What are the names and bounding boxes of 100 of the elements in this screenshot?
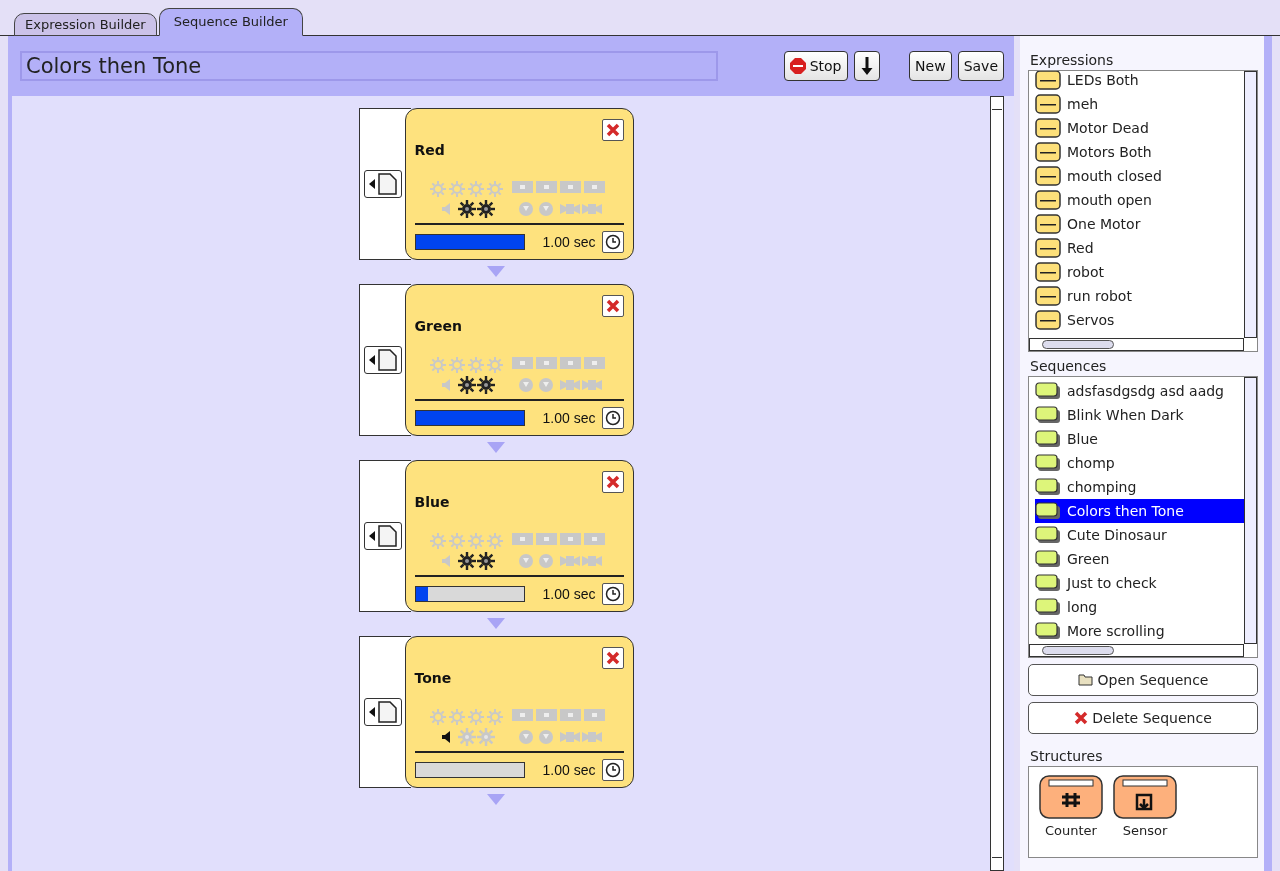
sequence-icon (1035, 574, 1061, 592)
expression-icon (1035, 286, 1061, 306)
matrix-icon (512, 709, 608, 721)
flow-arrow-icon (487, 618, 505, 629)
duration-button[interactable] (601, 583, 624, 605)
sequence-item[interactable]: chomp (1035, 451, 1244, 475)
clock-icon (604, 410, 621, 426)
vertical-scrollbar[interactable] (1244, 71, 1257, 338)
led-icon (430, 181, 506, 197)
insert-button[interactable] (363, 346, 402, 374)
expression-item[interactable]: Servos (1035, 308, 1244, 332)
new-button[interactable]: New (909, 51, 952, 81)
step-name: Blue (414, 494, 451, 510)
sequence-icon (1035, 622, 1061, 640)
tab[interactable]: Expression Builder (14, 13, 157, 36)
close-icon (605, 475, 620, 489)
horizontal-scrollbar[interactable] (1029, 644, 1244, 657)
save-button[interactable]: Save (957, 51, 1004, 81)
folder-icon (1077, 674, 1094, 686)
duration-text: 1.00 sec (541, 410, 596, 426)
sequence-item[interactable]: More scrolling (1035, 619, 1244, 643)
expression-item[interactable]: One Motor (1035, 212, 1244, 236)
stop-icon (789, 58, 806, 74)
expression-icon (1035, 166, 1061, 186)
led-icon (430, 709, 506, 725)
close-icon (1074, 711, 1089, 725)
remove-step-button[interactable] (601, 119, 624, 141)
expression-item[interactable]: run robot (1035, 284, 1244, 308)
motor-icon (560, 732, 602, 742)
step-name: Red (414, 142, 446, 158)
sequence-item[interactable]: adsfasdgsdg asd aadg (1035, 379, 1244, 403)
expression-icon (1035, 142, 1061, 162)
expression-icon (1035, 310, 1061, 330)
expression-icon (1035, 118, 1061, 138)
servo-icon (518, 377, 556, 393)
expression-item[interactable]: mouth open (1035, 188, 1244, 212)
remove-step-button[interactable] (601, 647, 624, 669)
sequence-item[interactable]: Green (1035, 547, 1244, 571)
expression-item[interactable]: LEDs Both (1035, 71, 1244, 92)
matrix-icon (512, 533, 608, 545)
sequence-item[interactable]: Just to check (1035, 571, 1244, 595)
close-icon (605, 123, 620, 137)
motor-icon (560, 204, 602, 214)
sequence-item[interactable]: Colors then Tone (1035, 499, 1244, 523)
step-name: Tone (414, 670, 453, 686)
clock-icon (604, 762, 621, 778)
matrix-icon (512, 357, 608, 369)
open-sequence-button[interactable]: Open Sequence (1028, 664, 1258, 696)
clock-icon (604, 586, 621, 602)
counter-icon[interactable] (1039, 775, 1103, 819)
insert-button[interactable] (363, 522, 402, 550)
stop-button[interactable]: Stop (783, 51, 848, 81)
servo-icon (518, 553, 556, 569)
expression-icon (1035, 238, 1061, 258)
servo-icon (518, 729, 556, 745)
led-icon (430, 533, 506, 549)
sequence-icon (1035, 550, 1061, 568)
duration-button[interactable] (601, 759, 624, 781)
motor-icon (560, 380, 602, 390)
sequence-icon (1035, 454, 1061, 472)
close-icon (605, 651, 620, 665)
sequence-item[interactable]: Blink When Dark (1035, 403, 1244, 427)
expression-item[interactable]: mouth closed (1035, 164, 1244, 188)
tab[interactable]: Sequence Builder (158, 8, 303, 36)
duration-button[interactable] (601, 407, 624, 429)
flow-arrow-icon (487, 442, 505, 453)
sequence-icon (1035, 382, 1061, 400)
duration-button[interactable] (601, 231, 624, 253)
remove-step-button[interactable] (601, 295, 624, 317)
download-button[interactable] (853, 51, 880, 81)
insert-button[interactable] (363, 170, 402, 198)
expression-icon (1035, 190, 1061, 210)
structure-label: Sensor (1122, 823, 1168, 838)
remove-step-button[interactable] (601, 471, 624, 493)
sequence-item[interactable]: chomping (1035, 475, 1244, 499)
vertical-scrollbar[interactable] (1244, 377, 1257, 644)
expression-item[interactable]: Red (1035, 236, 1244, 260)
expression-item[interactable]: meh (1035, 92, 1244, 116)
sequence-icon (1035, 478, 1061, 496)
step-name: Green (414, 318, 463, 334)
expression-icon (1035, 94, 1061, 114)
insert-button[interactable] (363, 698, 402, 726)
expression-item[interactable]: robot (1035, 260, 1244, 284)
sensor-icon[interactable] (1113, 775, 1177, 819)
flow-arrow-icon (487, 266, 505, 277)
section-title: Expressions (1030, 52, 1115, 68)
sequence-item[interactable]: long (1035, 595, 1244, 619)
expression-item[interactable]: Motors Both (1035, 140, 1244, 164)
clock-icon (604, 234, 621, 250)
horizontal-scrollbar[interactable] (1029, 338, 1244, 351)
sequence-title-field[interactable]: Colors then Tone (20, 51, 718, 81)
sequence-item[interactable]: Cute Dinosaur (1035, 523, 1244, 547)
expression-item[interactable]: Motor Dead (1035, 116, 1244, 140)
vertical-scrollbar[interactable] (990, 96, 1004, 871)
down-arrow-icon (859, 56, 874, 76)
close-icon (605, 299, 620, 313)
expression-icon (1035, 214, 1061, 234)
delete-sequence-button[interactable]: Delete Sequence (1028, 702, 1258, 734)
sequence-item[interactable]: Blue (1035, 427, 1244, 451)
matrix-icon (512, 181, 608, 193)
